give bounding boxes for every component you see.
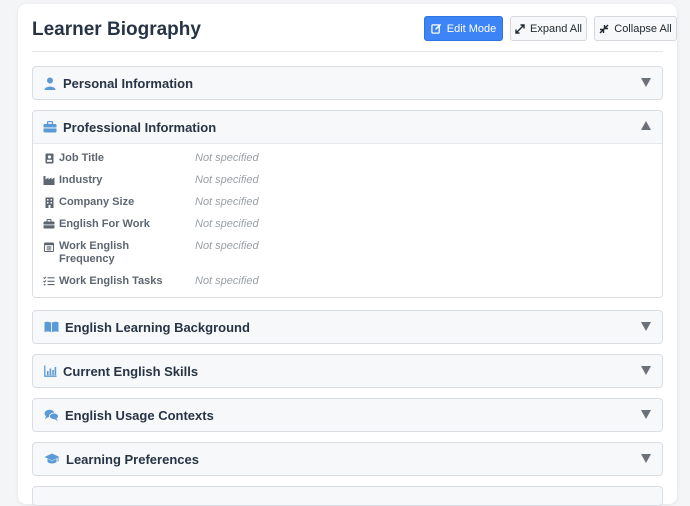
- section-title: Learning Preferences: [66, 451, 199, 467]
- field-row-job-title: Job Title Not specified: [43, 152, 652, 174]
- section-title: Current English Skills: [63, 363, 199, 379]
- collapse-all-label: Collapse All: [614, 22, 672, 35]
- field-value: Not specified: [195, 275, 259, 287]
- expand-all-button[interactable]: Expand All: [510, 16, 587, 41]
- section-title: English Usage Contexts: [65, 407, 214, 423]
- field-label: Job Title: [59, 152, 105, 164]
- briefcase-icon: [43, 120, 57, 134]
- field-label: Work English Tasks: [59, 275, 163, 287]
- field-label: English For Work: [59, 218, 150, 230]
- section-english-usage-contexts: English Usage Contexts: [32, 398, 663, 432]
- id-badge-icon: [43, 152, 55, 164]
- chevron-up-icon: [641, 121, 651, 130]
- section-personal-information: Personal Information: [32, 66, 663, 100]
- field-value: Not specified: [195, 174, 259, 186]
- chat-bubbles-icon: [43, 408, 59, 422]
- section-title: English Learning Background: [65, 319, 250, 335]
- chevron-down-icon: [641, 366, 651, 375]
- section-current-english-skills: Current English Skills: [32, 354, 663, 388]
- calendar-icon: [43, 240, 55, 252]
- book-icon: [43, 320, 59, 334]
- building-icon: [43, 196, 55, 208]
- section-english-learning-background: English Learning Background: [32, 310, 663, 344]
- section-header-personal-information[interactable]: Personal Information: [33, 67, 662, 99]
- field-row-company-size: Company Size Not specified: [43, 196, 652, 218]
- chevron-down-icon: [641, 322, 651, 331]
- section-header-english-usage-contexts[interactable]: English Usage Contexts: [33, 399, 662, 431]
- bar-chart-icon: [43, 364, 57, 378]
- edit-mode-label: Edit Mode: [446, 22, 497, 35]
- collapse-icon: [599, 24, 609, 34]
- learner-biography-card: Learner Biography Edit Mode Expand All C…: [18, 4, 677, 506]
- task-list-icon: [43, 275, 55, 286]
- field-value: Not specified: [195, 152, 259, 164]
- chevron-down-icon: [641, 410, 651, 419]
- industry-icon: [43, 174, 55, 185]
- section-next-partial: [32, 486, 663, 506]
- briefcase-icon: [43, 218, 55, 229]
- section-body-professional-information: Job Title Not specified Industry Not spe…: [33, 143, 662, 297]
- expand-icon: [515, 23, 525, 34]
- field-row-work-english-tasks: Work English Tasks Not specified: [43, 275, 652, 291]
- field-label-wrap: English For Work: [43, 218, 195, 231]
- field-row-industry: Industry Not specified: [43, 174, 652, 196]
- field-row-english-for-work: English For Work Not specified: [43, 218, 652, 240]
- edit-mode-button[interactable]: Edit Mode: [424, 16, 503, 41]
- field-label-wrap: Work English Frequency: [43, 240, 195, 266]
- field-value: Not specified: [195, 218, 259, 230]
- user-icon: [43, 76, 57, 90]
- field-row-work-english-frequency: Work English Frequency Not specified: [43, 240, 652, 275]
- chevron-down-icon: [641, 454, 651, 463]
- field-label-wrap: Company Size: [43, 196, 195, 209]
- field-label-wrap: Industry: [43, 174, 195, 187]
- expand-all-label: Expand All: [530, 22, 582, 35]
- section-header-professional-information[interactable]: Professional Information: [33, 111, 662, 143]
- section-title: Professional Information: [63, 119, 217, 135]
- edit-icon: [431, 23, 442, 34]
- section-header-learning-preferences[interactable]: Learning Preferences: [33, 443, 662, 475]
- field-label-wrap: Work English Tasks: [43, 275, 195, 288]
- section-header-english-learning-background[interactable]: English Learning Background: [33, 311, 662, 343]
- section-title: Personal Information: [63, 75, 194, 91]
- field-label: Industry: [59, 174, 103, 186]
- section-professional-information: Professional Information Job Title Not s…: [32, 110, 663, 298]
- section-learning-preferences: Learning Preferences: [32, 442, 663, 476]
- graduation-cap-icon: [43, 452, 60, 466]
- field-label: Work English Frequency: [59, 240, 130, 265]
- field-value: Not specified: [195, 240, 259, 252]
- page-title: Learner Biography: [32, 19, 201, 40]
- section-header-current-english-skills[interactable]: Current English Skills: [33, 355, 662, 387]
- field-label-wrap: Job Title: [43, 152, 195, 165]
- field-value: Not specified: [195, 196, 259, 208]
- field-label: Company Size: [59, 196, 135, 208]
- chevron-down-icon: [641, 78, 651, 87]
- collapse-all-button[interactable]: Collapse All: [594, 16, 677, 41]
- card-header: Learner Biography Edit Mode Expand All C…: [32, 16, 677, 52]
